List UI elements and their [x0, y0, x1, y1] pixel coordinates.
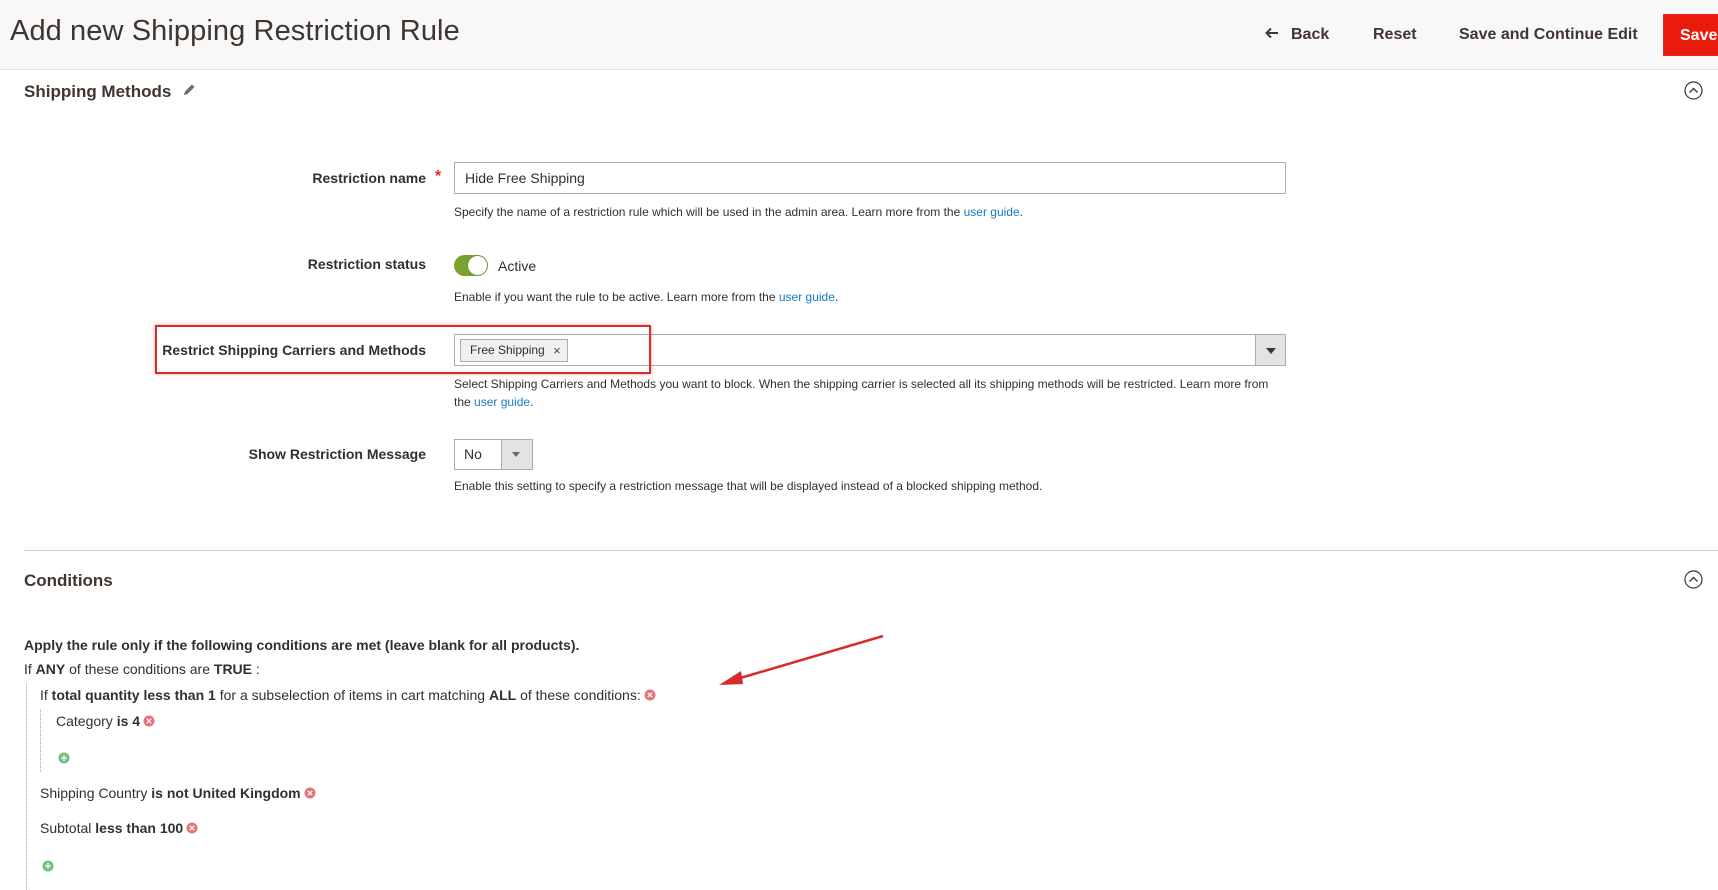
back-button-label: Back: [1291, 26, 1330, 43]
select-dropdown-toggle[interactable]: [501, 440, 532, 469]
chevron-up-circle-icon[interactable]: [1684, 81, 1703, 100]
required-marker: *: [435, 168, 442, 185]
subselect-condition-line: If total quantity less than 1 for a subs…: [40, 687, 656, 703]
caret-down-icon: [512, 452, 520, 457]
root-aggregator-select[interactable]: ANY: [36, 661, 66, 677]
page-header: Add new Shipping Restriction Rule Back R…: [0, 0, 1718, 70]
root-prefix: If: [24, 661, 32, 677]
carriers-note: Select Shipping Carriers and Methods you…: [454, 375, 1286, 411]
arrow-left-icon: [1265, 27, 1278, 39]
toggle-knob: [468, 256, 487, 275]
restriction-name-note-text: Specify the name of a restriction rule w…: [454, 205, 964, 219]
shipping-country-condition-line: Shipping Country is not United Kingdom: [40, 785, 316, 801]
category-operator-select[interactable]: is: [117, 713, 129, 729]
restriction-status-note-text: Enable if you want the rule to be active…: [454, 290, 779, 304]
reset-button[interactable]: Reset: [1373, 14, 1417, 56]
caret-down-icon: [1266, 348, 1276, 354]
restrict-carriers-label: Restrict Shipping Carriers and Methods: [162, 342, 426, 358]
user-guide-link[interactable]: user guide: [474, 395, 530, 409]
shipping-country-value-select[interactable]: United Kingdom: [193, 785, 301, 801]
subselect-operator-select[interactable]: less than: [143, 687, 204, 703]
section-divider: [24, 550, 1718, 551]
restrict-carriers-multiselect[interactable]: Free Shipping ×: [454, 334, 1286, 366]
remove-condition-icon[interactable]: [143, 715, 155, 727]
multiselect-dropdown-toggle[interactable]: [1255, 335, 1285, 365]
subselect-value-input[interactable]: 1: [208, 687, 216, 703]
category-attribute: Category: [56, 713, 113, 729]
subselect-attribute-select[interactable]: total quantity: [52, 687, 140, 703]
subtotal-value-input[interactable]: 100: [160, 820, 183, 836]
restriction-name-label: Restriction name: [312, 170, 426, 186]
restriction-status-toggle[interactable]: [454, 255, 488, 276]
subselect-aggregator-select[interactable]: ALL: [489, 687, 516, 703]
subselect-tree-line: [40, 709, 41, 772]
pencil-icon[interactable]: [182, 83, 196, 97]
selected-carrier-chip: Free Shipping ×: [460, 339, 568, 362]
restriction-status-label: Restriction status: [307, 256, 426, 272]
save-and-continue-button[interactable]: Save and Continue Edit: [1459, 14, 1638, 56]
add-condition-icon[interactable]: [42, 860, 54, 872]
note-end: .: [530, 395, 534, 409]
subselect-prefix: If: [40, 687, 48, 703]
restriction-message-note: Enable this setting to specify a restric…: [454, 479, 1043, 493]
back-button[interactable]: Back: [1265, 14, 1329, 56]
carriers-note-text: Select Shipping Carriers and Methods you…: [454, 377, 1269, 409]
section-title-conditions[interactable]: Conditions: [24, 571, 113, 591]
show-restriction-message-select[interactable]: No: [454, 439, 533, 470]
subtotal-condition-line: Subtotal less than 100: [40, 820, 198, 836]
save-button[interactable]: Save: [1663, 14, 1718, 56]
subselect-middle: for a subselection of items in cart matc…: [219, 687, 486, 703]
subtotal-attribute: Subtotal: [40, 820, 92, 836]
remove-condition-icon[interactable]: [644, 689, 656, 701]
conditions-heading: Apply the rule only if the following con…: [24, 637, 580, 653]
remove-condition-icon[interactable]: [186, 822, 198, 834]
note-end: .: [834, 290, 839, 304]
subtotal-operator-select[interactable]: less than: [95, 820, 156, 836]
conditions-tree-line: [26, 683, 27, 890]
subselect-suffix: of these conditions:: [520, 687, 641, 703]
restriction-status-value: Active: [498, 258, 537, 274]
chip-label: Free Shipping: [470, 343, 545, 357]
user-guide-link[interactable]: user guide: [779, 290, 835, 304]
remove-x-icon[interactable]: ×: [553, 340, 561, 361]
note-end: .: [1019, 205, 1023, 219]
section-title-shipping-methods[interactable]: Shipping Methods: [24, 82, 171, 102]
root-value-select[interactable]: TRUE: [214, 661, 252, 677]
show-restriction-message-label: Show Restriction Message: [248, 446, 426, 462]
add-condition-icon[interactable]: [58, 752, 70, 764]
root-middle: of these conditions are: [69, 661, 210, 677]
remove-condition-icon[interactable]: [304, 787, 316, 799]
shipping-country-attribute: Shipping Country: [40, 785, 148, 801]
chevron-up-circle-icon[interactable]: [1684, 570, 1703, 589]
restriction-name-input[interactable]: [454, 162, 1286, 194]
annotation-arrow: [719, 634, 884, 685]
header-actions: Back Reset Save and Continue Edit Save: [0, 14, 1718, 56]
root-suffix: :: [255, 661, 260, 677]
restriction-name-note: Specify the name of a restriction rule w…: [454, 203, 1023, 221]
shipping-country-operator-select[interactable]: is not: [151, 785, 188, 801]
root-condition-line: If ANY of these conditions are TRUE :: [24, 661, 260, 677]
restriction-status-note: Enable if you want the rule to be active…: [454, 288, 838, 306]
category-value-input[interactable]: 4: [132, 713, 140, 729]
user-guide-link[interactable]: user guide: [964, 205, 1020, 219]
category-condition-line: Category is 4: [56, 713, 155, 729]
select-value: No: [464, 446, 482, 462]
